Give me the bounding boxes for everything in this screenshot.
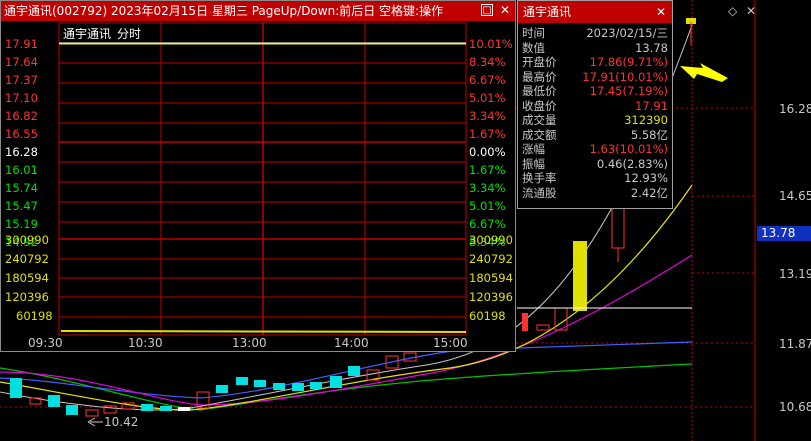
intraday-title: 通宇通讯(002792) 2023年02月15日 星期三 PageUp/Down… <box>4 4 444 18</box>
pct-tick: 3.34% <box>469 181 506 195</box>
info-row-label: 换手率 <box>522 171 557 185</box>
info-titlebar[interactable]: 通宇通讯 ✕ <box>518 1 672 23</box>
pct-tick: 0.00% <box>469 145 506 159</box>
price-tick: 16.28 <box>5 145 38 159</box>
chart-type-label: 分时 <box>117 27 142 41</box>
info-row: 开盘价 17.86(9.71%) <box>518 55 672 70</box>
info-row: 成交量 312390 <box>518 113 672 128</box>
price-tick: 16.01 <box>5 163 38 177</box>
time-tick: 15:00 <box>433 336 468 350</box>
diamond-icon[interactable]: ◇ <box>728 4 737 18</box>
volume-tick: 300990 <box>5 233 49 247</box>
info-row-label: 涨幅 <box>522 142 545 156</box>
volume-tick: 240792 <box>5 252 49 266</box>
price-tick: 16.82 <box>5 109 38 123</box>
time-tick: 09:30 <box>28 336 63 350</box>
time-tick: 14:00 <box>334 336 369 350</box>
pct-tick: 3.34% <box>469 109 506 123</box>
volume-tick: 180594 <box>469 271 513 285</box>
info-row-label: 成交量 <box>522 113 557 127</box>
info-row-label: 数值 <box>522 40 545 55</box>
pct-tick: 1.67% <box>469 163 506 177</box>
price-tick: 17.10 <box>5 91 38 105</box>
kline-price-tick: 11.87 <box>779 337 811 351</box>
info-row-value: 17.86(9.71%) <box>589 55 668 69</box>
info-row-value: 5.58亿 <box>630 127 668 142</box>
volume-tick: 120396 <box>5 290 49 304</box>
kline-price-tick: 14.65 <box>779 189 811 203</box>
price-tick: 15.47 <box>5 199 38 213</box>
intraday-chart[interactable] <box>1 21 515 351</box>
info-row: 时间 2023/02/15/三 <box>518 26 672 41</box>
info-row-label: 流通股 <box>522 185 557 200</box>
info-row: 换手率 12.93% <box>518 171 672 186</box>
info-row: 成交额 5.58亿 <box>518 128 672 143</box>
info-row-label: 最低价 <box>522 84 557 98</box>
info-row: 收盘价 17.91 <box>518 99 672 114</box>
info-row: 数值 13.78 <box>518 41 672 56</box>
volume-bars <box>60 330 467 333</box>
info-title: 通宇通讯 <box>523 5 572 19</box>
close-icon[interactable]: ✕ <box>746 4 756 18</box>
info-row: 最低价 17.45(7.19%) <box>518 84 672 99</box>
info-row: 振幅 0.46(2.83%) <box>518 157 672 172</box>
info-row-label: 收盘价 <box>522 98 557 113</box>
volume-tick: 300990 <box>469 233 513 247</box>
info-row-value: 17.45(7.19%) <box>589 84 668 98</box>
info-row-value: 12.93% <box>624 171 668 185</box>
price-tick: 16.55 <box>5 127 38 141</box>
info-row: 最高价 17.91(10.01%) <box>518 70 672 85</box>
info-row-label: 振幅 <box>522 156 545 171</box>
price-tick: 15.19 <box>5 217 38 231</box>
info-row-value: 1.63(10.01%) <box>589 142 668 156</box>
pct-tick: 6.67% <box>469 73 506 87</box>
kline-price-tick: 10.68 <box>779 400 811 414</box>
price-tick: 17.37 <box>5 73 38 87</box>
info-row-label: 时间 <box>522 26 545 40</box>
info-row-label: 成交额 <box>522 127 557 142</box>
info-row-value: 13.78 <box>635 40 668 55</box>
pct-tick: 6.67% <box>469 217 506 231</box>
info-row-label: 最高价 <box>522 69 557 84</box>
info-row-value: 17.91(10.01%) <box>582 69 668 84</box>
intraday-window[interactable]: 通宇通讯(002792) 2023年02月15日 星期三 PageUp/Down… <box>0 0 516 352</box>
close-icon[interactable]: ✕ <box>499 4 511 16</box>
price-tick: 15.74 <box>5 181 38 195</box>
info-panel[interactable]: 通宇通讯 ✕ 时间 2023/02/15/三数值 13.78 开盘价 17.86(9.7… <box>517 0 673 209</box>
volume-tick: 120396 <box>469 290 513 304</box>
pct-tick: 8.34% <box>469 55 506 69</box>
intraday-titlebar[interactable]: 通宇通讯(002792) 2023年02月15日 星期三 PageUp/Down… <box>1 1 515 21</box>
price-tick: 17.91 <box>5 37 38 51</box>
pct-tick: 1.67% <box>469 127 506 141</box>
info-row-value: 17.91 <box>635 98 668 113</box>
time-tick: 13:00 <box>232 336 267 350</box>
cursor-price-label: 13.78 <box>757 226 811 241</box>
volume-tick: 240792 <box>469 252 513 266</box>
volume-tick: 180594 <box>5 271 49 285</box>
annotation-arrow <box>680 63 728 82</box>
close-icon[interactable]: ✕ <box>656 1 666 23</box>
info-row-value: 2023/02/15/三 <box>586 26 668 40</box>
time-tick: 10:30 <box>128 336 163 350</box>
info-row-label: 开盘价 <box>522 55 557 69</box>
kline-price-tick: 13.19 <box>779 267 811 281</box>
low-price-marker: 10.42 <box>104 415 139 429</box>
info-row: 涨幅 1.63(10.01%) <box>518 142 672 157</box>
ma-green-line <box>0 363 693 411</box>
info-row-value: 0.46(2.83%) <box>596 156 668 171</box>
info-row-value: 312390 <box>624 113 668 127</box>
volume-tick: 60198 <box>16 309 53 323</box>
pct-tick: 5.01% <box>469 91 506 105</box>
restore-icon[interactable]: □ <box>481 4 493 16</box>
volume-tick: 60198 <box>469 309 506 323</box>
stock-label: 通宇通讯 <box>63 27 112 41</box>
price-tick: 17.64 <box>5 55 38 69</box>
pct-tick: 5.01% <box>469 199 506 213</box>
kline-price-tick: 16.28 <box>779 102 811 116</box>
pct-tick: 10.01% <box>469 37 513 51</box>
info-row: 流通股 2.42亿 <box>518 186 672 201</box>
info-row-value: 2.42亿 <box>630 185 668 200</box>
